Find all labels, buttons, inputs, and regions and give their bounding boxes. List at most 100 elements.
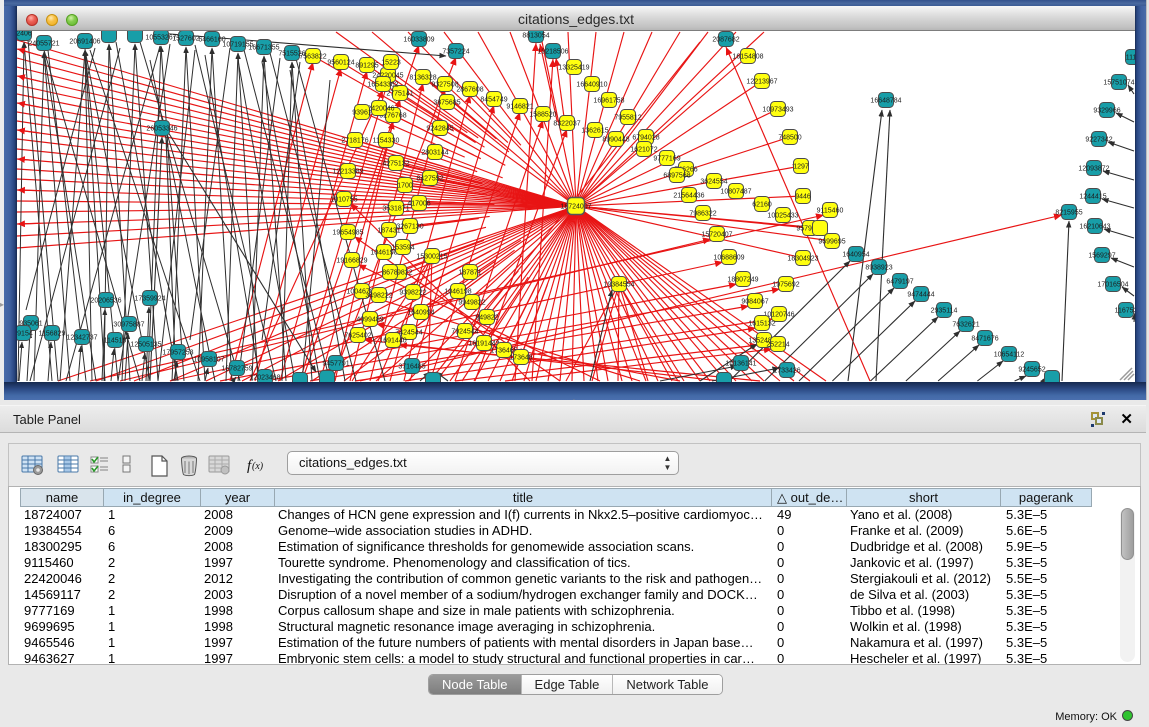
svg-text:19654985: 19654985 <box>332 230 363 237</box>
svg-text:9115460: 9115460 <box>817 208 844 215</box>
svg-text:15751074: 15751074 <box>1103 80 1134 87</box>
svg-text:16154808: 16154808 <box>732 54 763 61</box>
svg-text:18724007: 18724007 <box>560 204 591 211</box>
svg-text:16961758: 16961758 <box>593 98 624 105</box>
svg-text:16640910: 16640910 <box>576 82 607 89</box>
svg-text:24055721: 24055721 <box>28 41 59 48</box>
svg-text:1621072: 1621072 <box>630 147 657 154</box>
svg-text:15223: 15223 <box>381 60 401 67</box>
svg-text:2087682: 2087682 <box>712 37 739 44</box>
svg-text:12093872: 12093872 <box>1078 166 1109 173</box>
svg-text:9084067: 9084067 <box>741 299 768 306</box>
svg-text:4099489: 4099489 <box>356 317 383 324</box>
svg-text:8215955: 8215955 <box>1055 210 1082 217</box>
svg-text:8678: 8678 <box>382 270 398 277</box>
svg-text:10025433: 10025433 <box>767 213 798 220</box>
svg-text:10958107: 10958107 <box>193 357 224 364</box>
svg-text:1112: 1112 <box>1126 55 1135 62</box>
svg-text:173646: 173646 <box>509 355 532 362</box>
svg-text:15720407: 15720407 <box>701 232 732 239</box>
svg-text:3498222: 3498222 <box>365 293 392 300</box>
svg-text:39154: 39154 <box>17 331 33 338</box>
svg-text:8471676: 8471676 <box>971 336 998 343</box>
svg-text:19218506: 19218506 <box>537 49 568 56</box>
svg-text:8454749: 8454749 <box>480 97 507 104</box>
svg-text:9245652: 9245652 <box>1018 367 1045 374</box>
svg-text:2803144: 2803144 <box>421 150 448 157</box>
svg-text:(x): (x) <box>252 461 264 472</box>
svg-text:1297: 1297 <box>793 164 809 171</box>
svg-text:14136141: 14136141 <box>725 361 756 368</box>
svg-text:13325419: 13325419 <box>558 65 589 72</box>
svg-text:1362615: 1362615 <box>581 128 608 135</box>
svg-text:1691440: 1691440 <box>379 338 406 345</box>
svg-text:15300215: 15300215 <box>416 254 447 261</box>
svg-text:1244415: 1244415 <box>1079 194 1106 201</box>
svg-text:12342737: 12342737 <box>66 335 97 342</box>
svg-text:9329966: 9329966 <box>1093 108 1120 115</box>
svg-text:1615132: 1615132 <box>748 321 775 328</box>
svg-text:6897568: 6897568 <box>663 173 690 180</box>
svg-text:18304923: 18304923 <box>787 256 818 263</box>
svg-text:9560124: 9560124 <box>327 60 354 67</box>
svg-text:18807249: 18807249 <box>727 277 758 284</box>
svg-text:3875685: 3875685 <box>433 100 460 107</box>
svg-text:9699695: 9699695 <box>818 239 845 246</box>
svg-text:17957253: 17957253 <box>162 350 193 357</box>
svg-text:949822: 949822 <box>475 315 498 322</box>
svg-text:1640994: 1640994 <box>407 310 434 317</box>
svg-text:10654112: 10654112 <box>994 352 1025 359</box>
svg-text:6479197: 6479197 <box>886 279 913 286</box>
svg-text:19384554: 19384554 <box>603 282 634 289</box>
svg-text:26053346: 26053346 <box>146 126 177 133</box>
svg-text:116753: 116753 <box>1115 308 1135 315</box>
svg-text:12213389: 12213389 <box>332 169 363 176</box>
svg-text:7563822: 7563822 <box>299 54 326 61</box>
svg-text:2718176: 2718176 <box>341 138 368 145</box>
svg-text:3531871: 3531871 <box>382 206 409 213</box>
svg-text:2867608: 2867608 <box>456 87 483 94</box>
svg-text:1700: 1700 <box>397 183 413 190</box>
svg-text:2775141: 2775141 <box>386 91 413 98</box>
svg-text:30975887: 30975887 <box>113 322 144 329</box>
svg-text:16648784: 16648784 <box>870 98 901 105</box>
svg-text:20206536: 20206536 <box>90 298 121 305</box>
svg-text:417006: 417006 <box>407 201 430 208</box>
svg-text:20691406: 20691406 <box>69 39 100 46</box>
svg-text:21564436: 21564436 <box>673 193 704 200</box>
svg-text:62160: 62160 <box>752 202 772 209</box>
svg-text:8322037: 8322037 <box>553 121 580 128</box>
svg-text:9777169: 9777169 <box>653 156 680 163</box>
svg-text:153594: 153594 <box>391 245 414 252</box>
svg-text:16543362: 16543362 <box>367 82 398 89</box>
svg-text:16671355: 16671355 <box>248 45 279 52</box>
svg-text:3624554: 3624554 <box>700 179 727 186</box>
svg-text:16191443: 16191443 <box>468 341 499 348</box>
svg-text:3716485: 3716485 <box>398 364 425 371</box>
svg-text:2935114: 2935114 <box>931 308 958 315</box>
svg-text:17016504: 17016504 <box>1097 282 1128 289</box>
svg-text:1588520: 1588520 <box>529 112 556 119</box>
svg-text:8427552: 8427552 <box>416 176 443 183</box>
svg-text:8990448: 8990448 <box>602 137 629 144</box>
svg-text:2406: 2406 <box>17 31 32 38</box>
svg-text:93961: 93961 <box>352 110 372 117</box>
svg-text:187871: 187871 <box>458 270 481 277</box>
svg-text:12213967: 12213967 <box>746 79 777 86</box>
svg-text:6794028: 6794028 <box>632 135 659 142</box>
svg-text:9398222: 9398222 <box>399 290 426 297</box>
svg-text:17359924: 17359924 <box>134 296 165 303</box>
svg-text:1154330: 1154330 <box>373 138 400 145</box>
svg-text:1527602: 1527602 <box>172 36 199 43</box>
svg-text:8938923: 8938923 <box>865 265 892 272</box>
svg-text:1010755: 1010755 <box>330 197 357 204</box>
svg-text:7924544: 7924544 <box>451 329 478 336</box>
svg-text:10688609: 10688609 <box>713 255 744 262</box>
svg-text:7357224: 7357224 <box>442 49 469 56</box>
svg-text:19166829: 19166829 <box>336 258 367 265</box>
svg-text:9242845: 9242845 <box>426 126 453 133</box>
svg-text:9146821: 9146821 <box>506 104 533 111</box>
svg-text:16210643: 16210643 <box>1079 224 1110 231</box>
svg-text:891295: 891295 <box>355 63 378 70</box>
svg-text:9446: 9446 <box>795 194 811 201</box>
